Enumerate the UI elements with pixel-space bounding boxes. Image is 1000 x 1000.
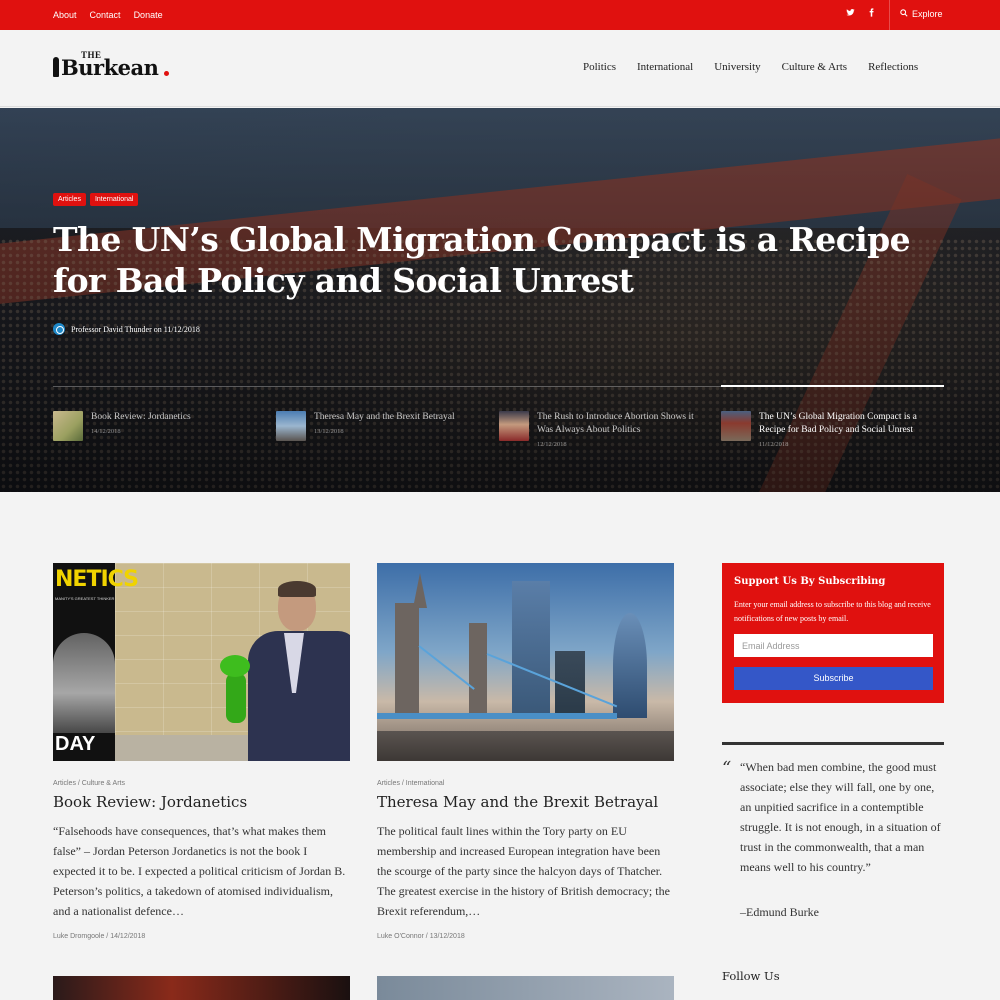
- post-card-image-partial[interactable]: [53, 976, 350, 1000]
- post-title[interactable]: Book Review: Jordanetics: [53, 792, 350, 812]
- logo-name: Burkean: [61, 55, 159, 80]
- contact-link[interactable]: Contact: [90, 10, 121, 20]
- image-book-cover: NETICS MANITY'S GREATEST THINKER DAY: [53, 563, 139, 761]
- post-title[interactable]: Theresa May and the Brexit Betrayal: [377, 792, 674, 812]
- search-icon: [900, 9, 908, 19]
- nav-culture-arts[interactable]: Culture & Arts: [782, 61, 847, 73]
- tag-international[interactable]: International: [89, 193, 139, 206]
- logo-mark-icon: [53, 57, 59, 77]
- book-cover-title: NETICS: [55, 567, 139, 592]
- main-nav: Politics International University Cultur…: [583, 61, 918, 73]
- image-bridge-tower: [395, 603, 419, 718]
- slide-brexit[interactable]: Theresa May and the Brexit Betrayal 13/1…: [276, 411, 486, 441]
- nav-reflections[interactable]: Reflections: [868, 61, 918, 73]
- quote-divider: [722, 742, 944, 745]
- top-links: About Contact Donate: [53, 10, 163, 20]
- post-category[interactable]: Articles / Culture & Arts: [53, 780, 350, 787]
- image-skyscraper: [512, 581, 550, 716]
- post-meta: Luke O'Connor / 13/12/2018: [377, 933, 465, 940]
- twitter-icon[interactable]: [846, 8, 855, 20]
- slide-date: 14/12/2018: [91, 428, 121, 435]
- image-bridge-tower: [469, 623, 487, 718]
- follow-us-heading: Follow Us: [722, 969, 780, 983]
- explore-label: Explore: [912, 9, 943, 19]
- slide-thumbnail: [276, 411, 306, 441]
- slide-title: Book Review: Jordanetics: [91, 412, 191, 422]
- image-puppet: [220, 655, 250, 725]
- post-image[interactable]: [377, 563, 674, 761]
- image-gherkin: [613, 613, 647, 718]
- slide-title: Theresa May and the Brexit Betrayal: [314, 412, 455, 422]
- subscribe-text: Enter your email address to subscribe to…: [734, 600, 931, 623]
- topbar-divider: [889, 0, 890, 30]
- image-bridge-spire: [413, 573, 427, 608]
- subscribe-widget: Support Us By Subscribing Enter your ema…: [722, 563, 944, 703]
- slide-abortion[interactable]: The Rush to Introduce Abortion Shows it …: [499, 411, 709, 448]
- quote-author: –Edmund Burke: [740, 905, 819, 919]
- hero-feature: Articles International The UN’s Global M…: [0, 108, 1000, 492]
- post-excerpt: The political fault lines within the Tor…: [377, 824, 670, 918]
- slide-migration-compact[interactable]: The UN’s Global Migration Compact is a R…: [721, 411, 931, 448]
- author-avatar-icon: [53, 323, 65, 335]
- post-excerpt: “Falsehoods have consequences, that’s wh…: [53, 824, 346, 918]
- book-cover-subtitle: MANITY'S GREATEST THINKER: [55, 596, 115, 601]
- hero-byline: Professor David Thunder on 11/12/2018: [53, 323, 200, 335]
- social-links: [846, 8, 876, 20]
- slide-thumbnail: [721, 411, 751, 441]
- slide-date: 12/12/2018: [537, 441, 567, 448]
- nav-politics[interactable]: Politics: [583, 61, 616, 73]
- image-person: [238, 581, 350, 761]
- slider-active-indicator: [721, 385, 944, 387]
- slide-title: The UN’s Global Migration Compact is a R…: [759, 412, 917, 435]
- site-header: THE Burkean Politics International Unive…: [0, 30, 1000, 107]
- subscribe-heading: Support Us By Subscribing: [734, 576, 886, 587]
- image-bridge-cable: [486, 653, 618, 708]
- quote-mark-icon: “: [722, 758, 732, 779]
- slide-thumbnail: [53, 411, 83, 441]
- top-bar: About Contact Donate Explore: [0, 0, 1000, 30]
- byline-text: Professor David Thunder on 11/12/2018: [71, 324, 200, 334]
- tag-articles[interactable]: Articles: [53, 193, 86, 206]
- nav-university[interactable]: University: [714, 61, 760, 73]
- nav-international[interactable]: International: [637, 61, 693, 73]
- post-card: NETICS MANITY'S GREATEST THINKER DAY Art…: [53, 563, 350, 940]
- facebook-icon[interactable]: [867, 8, 876, 20]
- slide-date: 11/12/2018: [759, 441, 789, 448]
- post-category[interactable]: Articles / International: [377, 780, 674, 787]
- book-cover-bottom: DAY: [55, 733, 96, 755]
- slide-thumbnail: [499, 411, 529, 441]
- email-input[interactable]: [734, 634, 933, 657]
- slide-date: 13/12/2018: [314, 428, 344, 435]
- image-bridge-deck: [377, 713, 617, 719]
- post-card-image-partial[interactable]: [377, 976, 674, 1000]
- logo-dot: [164, 71, 169, 76]
- post-image[interactable]: NETICS MANITY'S GREATEST THINKER DAY: [53, 563, 350, 761]
- explore-button[interactable]: Explore: [900, 9, 943, 19]
- donate-link[interactable]: Donate: [134, 10, 163, 20]
- subscribe-button[interactable]: Subscribe: [734, 667, 933, 690]
- slide-jordanetics[interactable]: Book Review: Jordanetics 14/12/2018: [53, 411, 263, 441]
- hero-slider: Book Review: Jordanetics 14/12/2018 Ther…: [53, 411, 944, 481]
- image-bridge-cable: [418, 645, 475, 690]
- book-cover-face: [53, 633, 115, 733]
- quote-text: “When bad men combine, the good must ass…: [740, 760, 941, 874]
- hero-title[interactable]: The UN’s Global Migration Compact is a R…: [53, 219, 953, 301]
- about-link[interactable]: About: [53, 10, 77, 20]
- slide-title: The Rush to Introduce Abortion Shows it …: [537, 412, 694, 435]
- image-river: [377, 731, 674, 761]
- post-card: Articles / International Theresa May and…: [377, 563, 674, 940]
- post-meta: Luke Dromgoole / 14/12/2018: [53, 933, 146, 940]
- hero-tags: Articles International: [53, 193, 139, 206]
